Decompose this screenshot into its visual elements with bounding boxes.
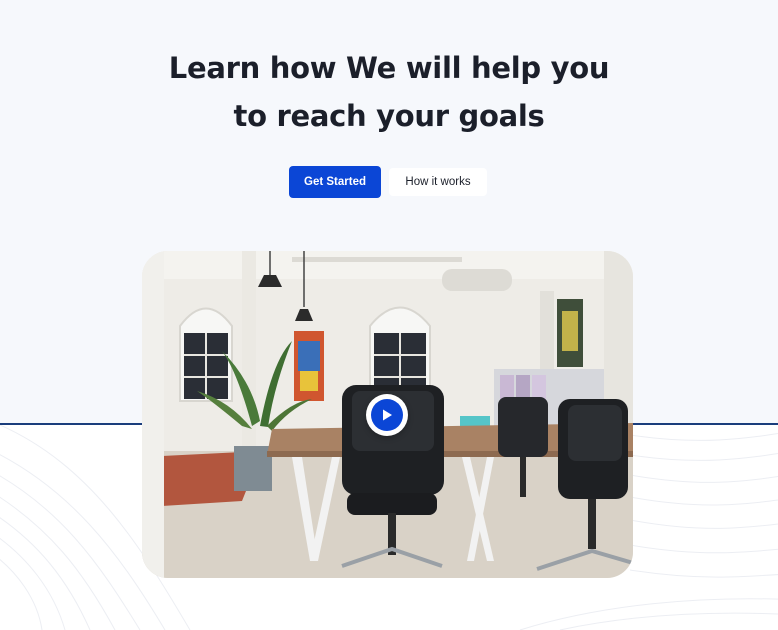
hero-title-line-2: to reach your goals (233, 99, 545, 133)
play-button-inner (371, 399, 403, 431)
get-started-button[interactable]: Get Started (289, 166, 381, 198)
video-thumbnail[interactable] (142, 251, 633, 578)
play-button[interactable] (366, 394, 408, 436)
how-it-works-button[interactable]: How it works (389, 168, 487, 196)
play-icon (383, 409, 392, 421)
hero-title-line-1: Learn how We will help you (168, 51, 610, 85)
hero-title: Learn how We will help you to reach your… (0, 44, 778, 140)
